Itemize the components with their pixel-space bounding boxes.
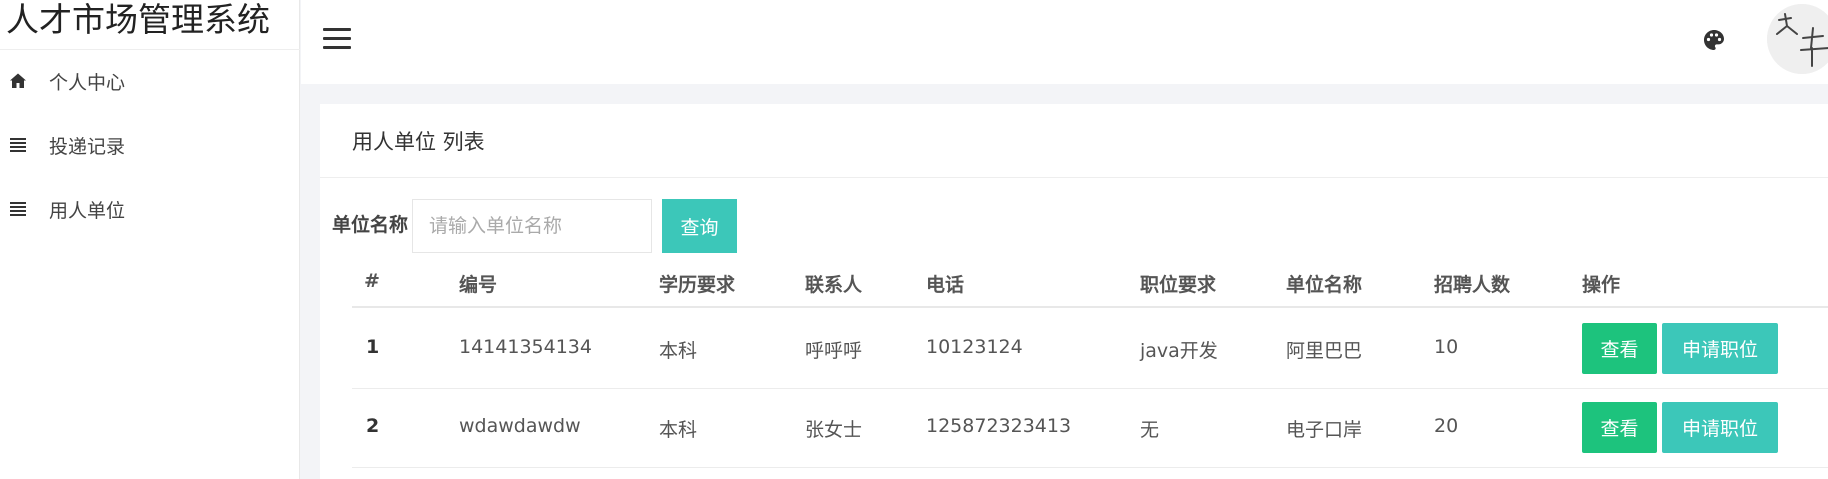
top-bar [301, 0, 1828, 84]
column-header-position: 职位要求 [1140, 274, 1217, 296]
page-title: 用人单位 列表 [352, 130, 485, 154]
column-header-count: 招聘人数 [1434, 274, 1511, 296]
row-phone: 125872323413 [926, 415, 1072, 437]
column-header-code: 编号 [459, 274, 498, 296]
table-header: # 编号 学历要求 联系人 电话 职位要求 单位名称 招聘人数 操作 [352, 256, 1828, 308]
avatar-icon [1767, 4, 1828, 74]
palette-icon[interactable] [1702, 28, 1726, 52]
sidebar: 人才市场管理系统 个人中心 投递记录 用人单位 [0, 0, 300, 479]
list-icon [10, 138, 26, 152]
row-company: 电子口岸 [1286, 419, 1363, 441]
column-header-actions: 操作 [1582, 274, 1621, 296]
view-button[interactable]: 查看 [1582, 323, 1657, 374]
sidebar-item-label: 用人单位 [49, 199, 126, 222]
column-header-company: 单位名称 [1286, 274, 1363, 296]
table-row: 2 wdawdawdw 本科 张女士 125872323413 无 电子口岸 2… [352, 389, 1828, 468]
column-header-education: 学历要求 [659, 274, 736, 296]
list-icon [10, 202, 26, 216]
column-header-index: # [364, 270, 380, 292]
row-education: 本科 [659, 419, 698, 441]
company-name-search-input[interactable] [412, 199, 652, 253]
home-icon [10, 73, 26, 88]
row-position: 无 [1140, 419, 1160, 441]
row-index: 2 [366, 415, 380, 437]
column-header-contact: 联系人 [805, 274, 863, 296]
sidebar-item-employers[interactable]: 用人单位 [0, 189, 300, 229]
row-code: wdawdawdw [459, 415, 581, 437]
card-header: 用人单位 列表 [320, 104, 1828, 178]
view-button[interactable]: 查看 [1582, 402, 1657, 453]
row-education: 本科 [659, 340, 698, 362]
row-index: 1 [366, 336, 380, 358]
row-contact: 张女士 [805, 419, 863, 441]
apply-position-button[interactable]: 申请职位 [1662, 402, 1778, 453]
row-phone: 10123124 [926, 336, 1023, 358]
row-position: java开发 [1140, 340, 1218, 362]
row-count: 20 [1434, 415, 1459, 437]
sidebar-item-delivery-records[interactable]: 投递记录 [0, 125, 300, 165]
app-title: 人才市场管理系统 [6, 0, 270, 39]
row-company: 阿里巴巴 [1286, 340, 1363, 362]
apply-position-button[interactable]: 申请职位 [1662, 323, 1778, 374]
sidebar-item-label: 个人中心 [49, 71, 126, 94]
table-row: 1 14141354134 本科 呼呼呼 10123124 java开发 阿里巴… [352, 310, 1828, 389]
column-header-phone: 电话 [926, 274, 965, 296]
hamburger-icon[interactable] [323, 28, 351, 50]
query-button[interactable]: 查询 [662, 199, 737, 253]
employer-list-card: 用人单位 列表 单位名称 查询 # 编号 学历要求 联系人 电话 职位要求 单位… [320, 104, 1828, 479]
row-code: 14141354134 [459, 336, 592, 358]
row-contact: 呼呼呼 [805, 340, 863, 362]
sidebar-divider [0, 49, 300, 50]
company-name-filter-label: 单位名称 [332, 214, 409, 236]
sidebar-item-label: 投递记录 [49, 135, 126, 158]
sidebar-item-personal-center[interactable]: 个人中心 [0, 61, 300, 101]
avatar[interactable] [1767, 4, 1828, 74]
row-count: 10 [1434, 336, 1459, 358]
